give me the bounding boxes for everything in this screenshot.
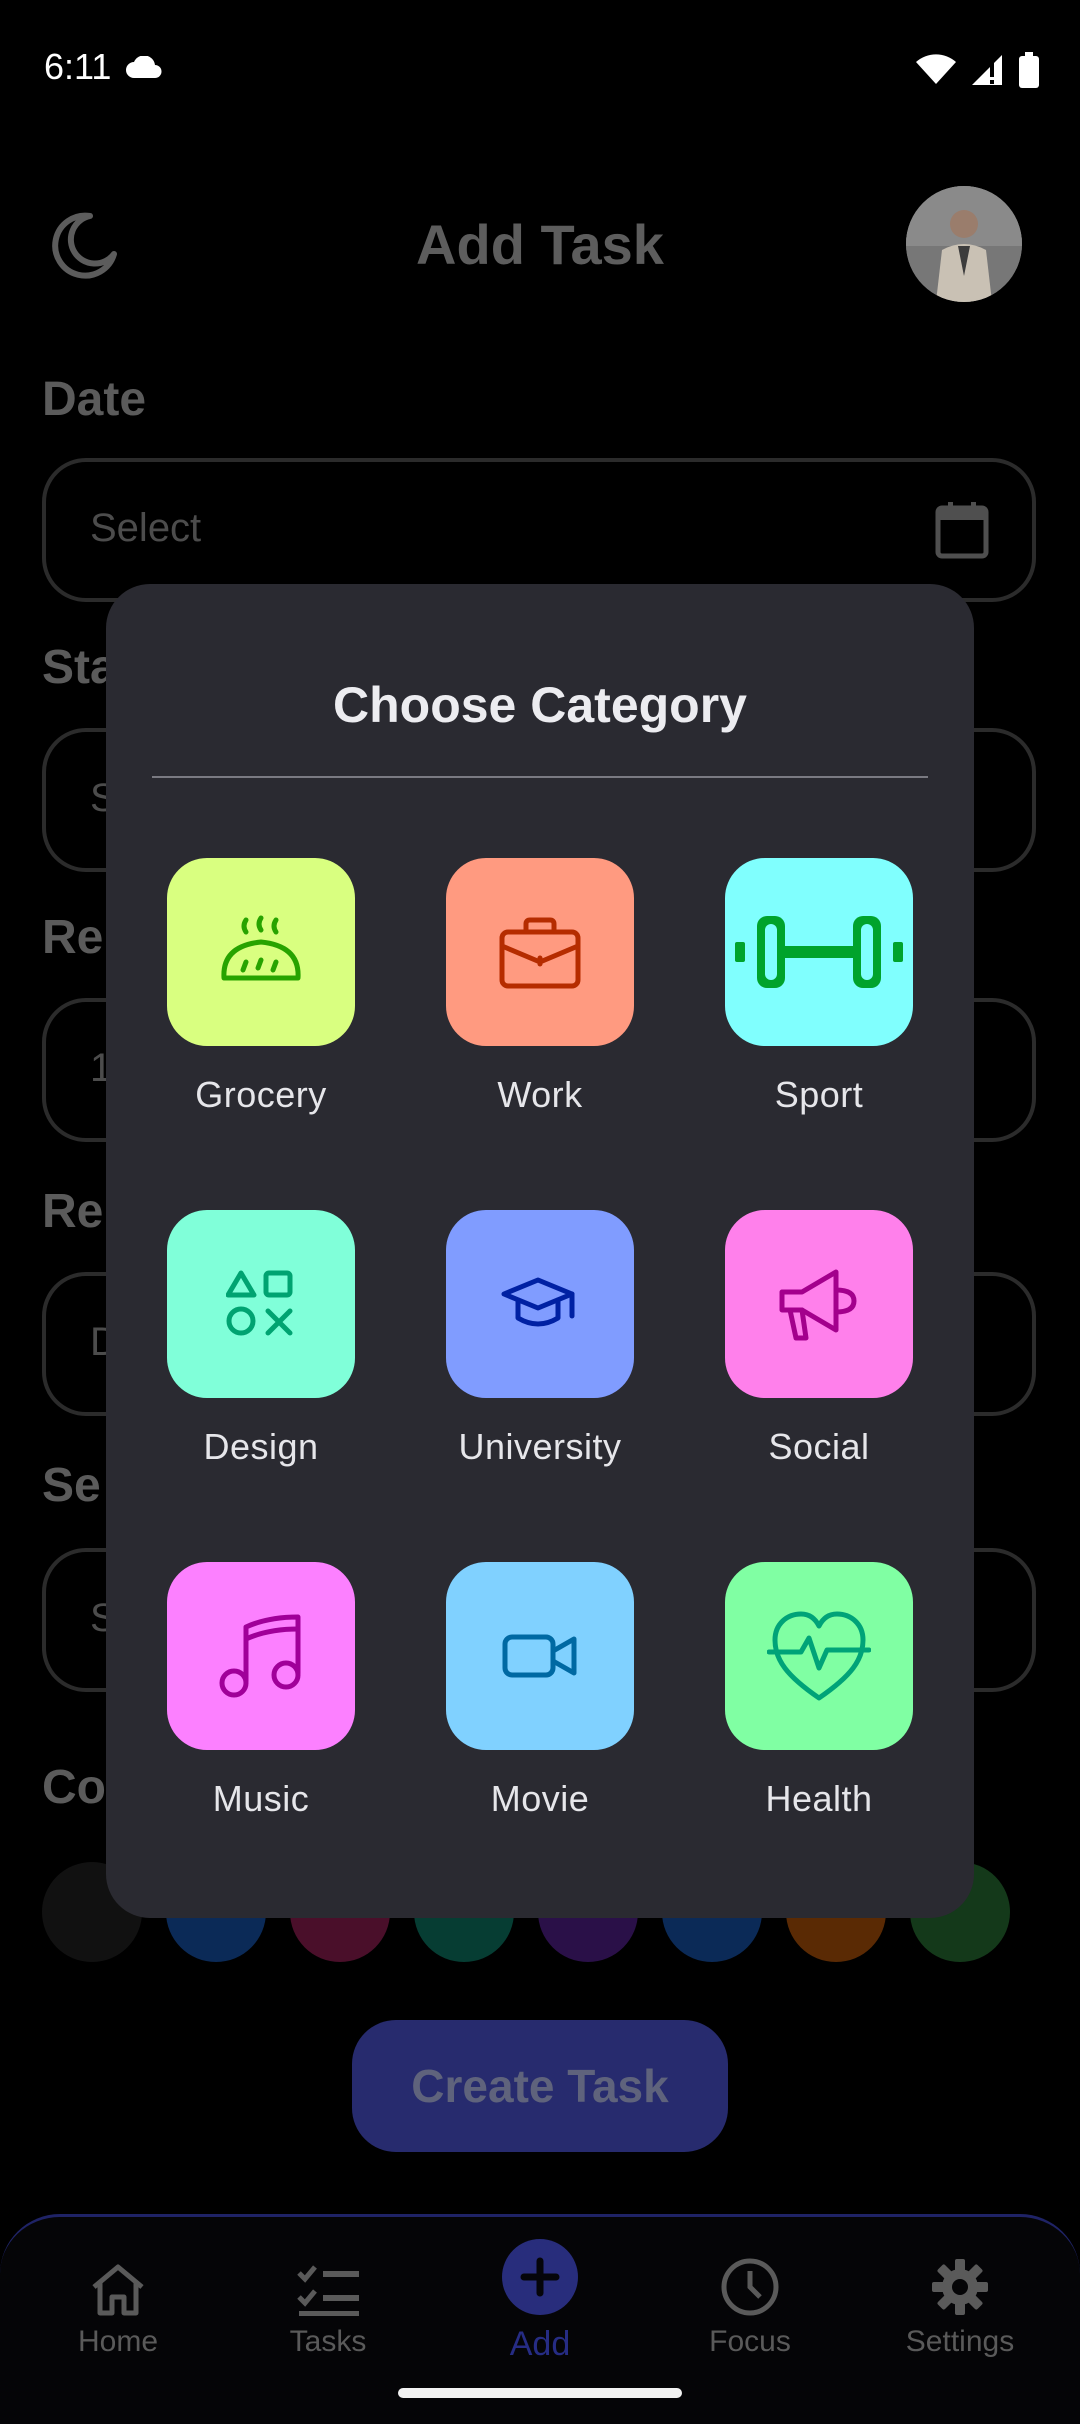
video-icon [502, 1634, 577, 1678]
category-university[interactable]: University [420, 1210, 660, 1468]
date-field[interactable]: Select [42, 458, 1036, 602]
color-label: Co [42, 1761, 106, 1814]
category-tile [167, 858, 355, 1046]
category-movie[interactable]: Movie [420, 1562, 660, 1820]
category-label: Movie [490, 1778, 590, 1819]
gear-icon [932, 2259, 988, 2315]
choose-category-dialog: Choose Category Grocery Work Sport Desig… [106, 584, 974, 1918]
category-design[interactable]: Design [141, 1210, 381, 1468]
category-label: Grocery [195, 1074, 327, 1115]
app-header: Add Task [0, 160, 1080, 330]
date-label: Date [42, 373, 147, 426]
nav-add-label: Add [509, 2325, 571, 2363]
nav-add[interactable]: Add [440, 2217, 640, 2364]
clock-icon [721, 2258, 779, 2316]
system-icons [916, 52, 1040, 88]
category-tile [725, 1562, 913, 1750]
megaphone-icon [779, 1269, 857, 1341]
section-label: Se [42, 1459, 101, 1512]
status-time: 6:11 [44, 46, 112, 87]
tasks-icon [297, 2265, 359, 2316]
category-label: Work [497, 1074, 583, 1115]
nav-focus[interactable]: Focus [650, 2217, 850, 2359]
nav-settings[interactable]: Settings [860, 2217, 1060, 2359]
category-label: University [458, 1426, 622, 1467]
status-bar: 6:11 [0, 0, 1080, 140]
category-music[interactable]: Music [141, 1562, 381, 1820]
category-tile [446, 858, 634, 1046]
create-task-button[interactable]: Create Task [352, 2020, 728, 2152]
avatar[interactable] [906, 186, 1022, 302]
category-label: Health [765, 1778, 873, 1819]
category-label: Social [768, 1426, 870, 1467]
nav-focus-label: Focus [709, 2325, 791, 2358]
reminder-label: Re [42, 911, 104, 964]
heart-pulse-icon [767, 1611, 871, 1701]
category-label: Music [212, 1778, 310, 1819]
dumbbell-icon [735, 916, 903, 988]
signal-icon [972, 55, 1002, 85]
plus-icon [520, 2257, 560, 2297]
wifi-icon [916, 54, 956, 84]
category-tile [725, 1210, 913, 1398]
nav-home[interactable]: Home [18, 2217, 218, 2359]
nav-settings-label: Settings [905, 2325, 1015, 2358]
category-tile [167, 1562, 355, 1750]
home-indicator [398, 2388, 682, 2398]
shapes-icon [226, 1270, 293, 1336]
nav-home-label: Home [77, 2325, 159, 2358]
profile-photo [906, 186, 1022, 302]
category-work[interactable]: Work [420, 858, 660, 1116]
graduation-cap-icon [501, 1277, 575, 1327]
dialog-divider [152, 776, 928, 778]
date-placeholder: Select [90, 506, 202, 550]
category-grocery[interactable]: Grocery [141, 858, 381, 1116]
bread-icon [221, 915, 301, 981]
category-social[interactable]: Social [699, 1210, 939, 1468]
repeat-label: Re [42, 1185, 104, 1238]
battery-icon [1019, 52, 1039, 88]
dialog-title: Choose Category [333, 677, 747, 733]
nav-tasks-label: Tasks [289, 2325, 367, 2358]
category-label: Sport [774, 1074, 864, 1115]
category-label: Design [203, 1426, 319, 1467]
cloud-icon [126, 56, 162, 78]
category-tile [446, 1210, 634, 1398]
category-tile [446, 1562, 634, 1750]
category-tile [167, 1210, 355, 1398]
calendar-icon[interactable] [934, 500, 990, 560]
home-icon [92, 2264, 144, 2316]
category-tile [725, 858, 913, 1046]
nav-tasks[interactable]: Tasks [228, 2217, 428, 2359]
music-icon [219, 1614, 301, 1698]
category-health[interactable]: Health [699, 1562, 939, 1820]
category-sport[interactable]: Sport [699, 858, 939, 1116]
briefcase-icon [499, 917, 581, 989]
